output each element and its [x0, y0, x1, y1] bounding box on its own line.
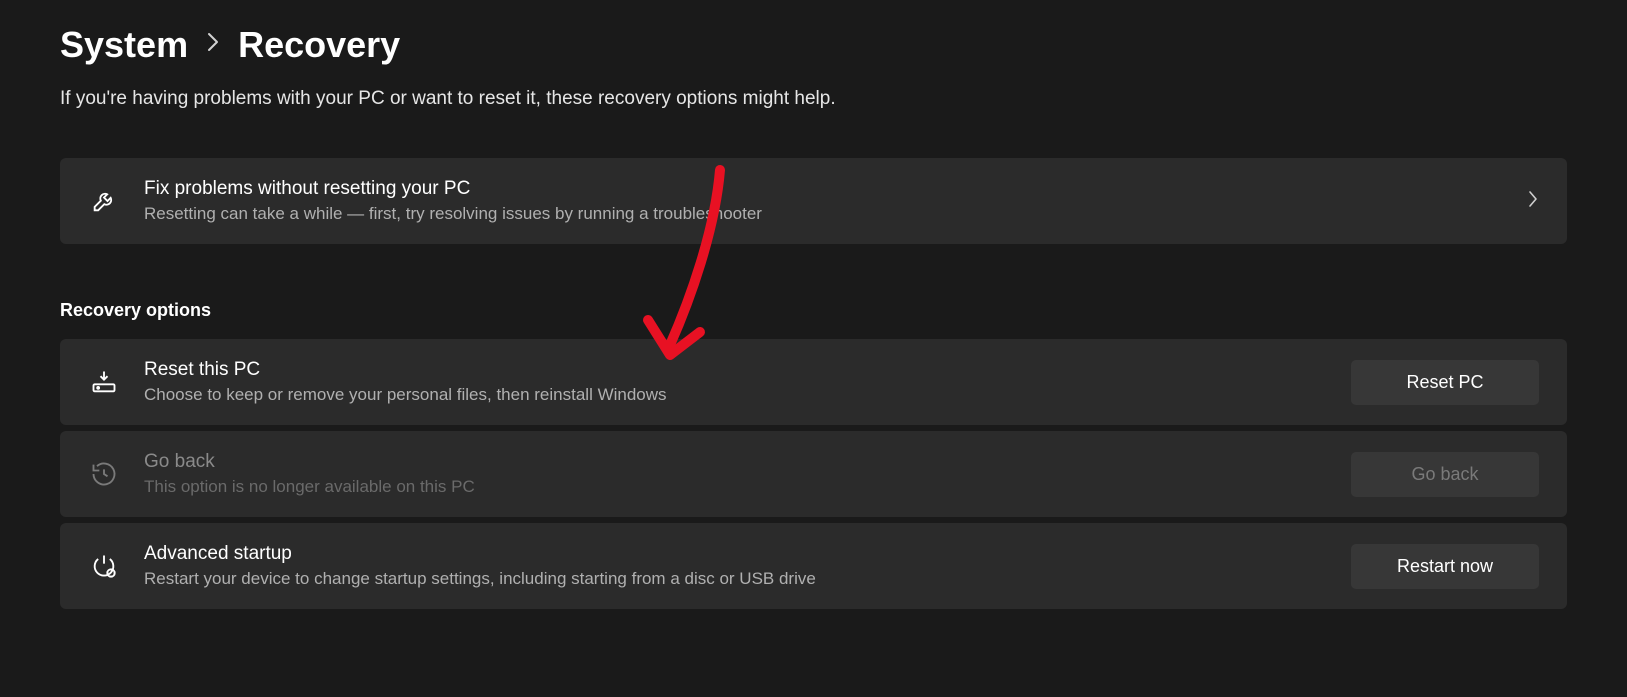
go-back-desc: This option is no longer available on th…	[144, 477, 1327, 497]
advanced-startup-title: Advanced startup	[144, 543, 1327, 565]
reset-pc-icon	[88, 366, 120, 398]
history-icon	[88, 458, 120, 490]
reset-pc-title: Reset this PC	[144, 359, 1327, 381]
reset-pc-desc: Choose to keep or remove your personal f…	[144, 385, 1327, 405]
fix-problems-title: Fix problems without resetting your PC	[144, 178, 1503, 200]
recovery-options-header: Recovery options	[60, 300, 1567, 321]
advanced-startup-text: Advanced startup Restart your device to …	[144, 543, 1327, 589]
chevron-right-icon	[206, 32, 220, 58]
power-gear-icon	[88, 550, 120, 582]
go-back-card: Go back This option is no longer availab…	[60, 431, 1567, 517]
breadcrumb: System Recovery	[60, 24, 1567, 66]
breadcrumb-current: Recovery	[238, 24, 400, 66]
go-back-text: Go back This option is no longer availab…	[144, 451, 1327, 497]
intro-text: If you're having problems with your PC o…	[60, 88, 1567, 110]
advanced-startup-desc: Restart your device to change startup se…	[144, 569, 1327, 589]
advanced-startup-card: Advanced startup Restart your device to …	[60, 523, 1567, 609]
fix-problems-desc: Resetting can take a while — first, try …	[144, 204, 1503, 224]
reset-pc-card: Reset this PC Choose to keep or remove y…	[60, 339, 1567, 425]
reset-pc-text: Reset this PC Choose to keep or remove y…	[144, 359, 1327, 405]
go-back-button: Go back	[1351, 452, 1539, 497]
breadcrumb-parent[interactable]: System	[60, 24, 188, 66]
go-back-title: Go back	[144, 451, 1327, 473]
wrench-icon	[88, 185, 120, 217]
restart-now-button[interactable]: Restart now	[1351, 544, 1539, 589]
fix-problems-card[interactable]: Fix problems without resetting your PC R…	[60, 158, 1567, 244]
chevron-right-icon	[1527, 190, 1539, 213]
reset-pc-button[interactable]: Reset PC	[1351, 360, 1539, 405]
fix-problems-text: Fix problems without resetting your PC R…	[144, 178, 1503, 224]
